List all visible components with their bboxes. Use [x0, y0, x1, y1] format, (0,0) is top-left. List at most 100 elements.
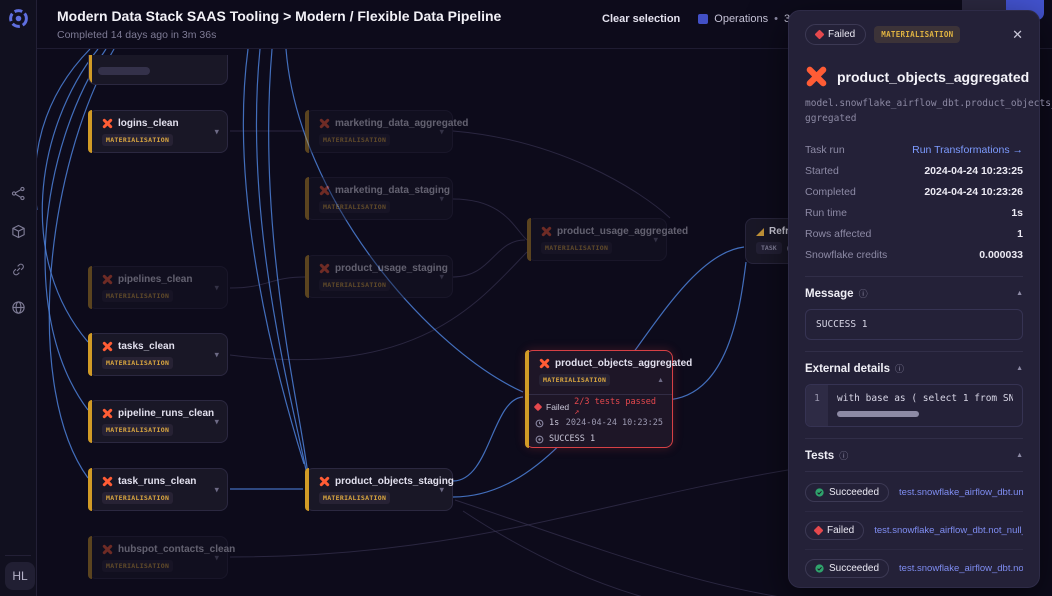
tests-rows: Succeeded test.snowflake_airflow_dbt.uniq…: [805, 474, 1023, 587]
chevron-down-icon[interactable]: ▾: [214, 416, 219, 427]
dbt-icon: [102, 544, 113, 555]
detail-row: Rows affected 1: [805, 223, 1023, 244]
dbt-icon: [102, 118, 113, 129]
operations-label: Operations: [714, 13, 768, 25]
chevron-up-icon[interactable]: ▲: [657, 377, 664, 384]
graph-node-task_runs_clean[interactable]: task_runs_cleanMATERIALISATION▾: [88, 468, 228, 511]
close-icon[interactable]: ✕: [1012, 27, 1023, 43]
node-name: tasks_clean: [118, 341, 175, 352]
pipelines-graph-icon[interactable]: [11, 186, 26, 206]
graph-node-marketing_data_aggregated[interactable]: marketing_data_aggregatedMATERIALISATION…: [305, 110, 453, 153]
web-globe-icon[interactable]: [11, 300, 26, 320]
clear-selection-button[interactable]: Clear selection: [602, 13, 680, 25]
materialisation-badge: MATERIALISATION: [319, 492, 390, 504]
detail-value: 2024-04-24 10:23:25: [924, 165, 1023, 177]
test-row: Succeeded test.snowflake_airflow_dbt.uniq…: [805, 474, 1023, 512]
breadcrumb-title: Modern Data Stack SAAS Tooling > Modern …: [57, 8, 501, 24]
detail-value[interactable]: Run Transformations →: [912, 144, 1023, 156]
detail-label: Snowflake credits: [805, 249, 887, 261]
collapse-icon[interactable]: ▲: [1016, 290, 1023, 297]
detail-value: 1: [1017, 228, 1023, 240]
collapse-icon[interactable]: ▲: [1016, 365, 1023, 372]
app-logo-icon[interactable]: [8, 8, 29, 29]
graph-node-marketing_data_staging[interactable]: marketing_data_stagingMATERIALISATION▾: [305, 177, 453, 220]
detail-row: Snowflake credits 0.000033: [805, 244, 1023, 265]
graph-node-tasks_clean[interactable]: tasks_clean MATERIALISATION ▾: [88, 333, 228, 376]
info-icon: ⓘ: [859, 287, 868, 300]
materialisation-badge: MATERIALISATION: [102, 357, 173, 369]
test-status-badge: Failed: [805, 521, 864, 540]
node-runtime: 1s: [549, 418, 559, 428]
detail-row: Completed2024-04-24 10:23:26: [805, 181, 1023, 202]
chevron-down-icon[interactable]: ▾: [439, 484, 444, 495]
chevron-down-icon[interactable]: ▾: [214, 552, 219, 563]
tests-passed-link[interactable]: 2/3 tests passed ↗: [574, 397, 663, 417]
node-name: product_objects_aggregated: [555, 358, 692, 369]
test-link[interactable]: test.snowflake_airflow_dbt.not_null_pr: [874, 525, 1023, 536]
node-name: task_runs_clean: [118, 476, 196, 487]
node-detail-panel: Failed MATERIALISATION ✕ product_objects…: [788, 10, 1040, 588]
materialisation-badge: MATERIALISATION: [319, 134, 390, 146]
chevron-down-icon[interactable]: ▾: [439, 193, 444, 204]
node-status-bar: [88, 110, 92, 153]
sql-code-line: with base as ( select 1 from SNOWFLAKE: [837, 393, 1013, 404]
external-details-section: External details ⓘ ▲ 1 with base as ( se…: [805, 351, 1023, 427]
test-status-label: Succeeded: [829, 563, 879, 574]
graph-node-selected[interactable]: product_objects_aggregated ▲ MATERIALISA…: [525, 350, 673, 448]
detail-label: Rows affected: [805, 228, 871, 240]
user-avatar[interactable]: HL: [5, 562, 35, 590]
external-details-heading: External details: [805, 363, 890, 375]
node-name: product_usage_staging: [335, 263, 448, 274]
node-skeleton-bar: [98, 67, 150, 75]
materialisation-badge: MATERIALISATION: [102, 424, 173, 436]
task-badge: TASK: [756, 242, 782, 254]
graph-node-product_objects_staging[interactable]: product_objects_staging MATERIALISATION ▾: [305, 468, 453, 511]
detail-label: Started: [805, 165, 839, 177]
failed-diamond-icon: [534, 403, 542, 411]
node-name: product_objects_staging: [335, 476, 454, 487]
detail-value: 1s: [1011, 207, 1023, 219]
test-row: Failed test.snowflake_airflow_dbt.not_nul…: [805, 512, 1023, 550]
node-status-bar: [305, 255, 309, 298]
failed-diamond-icon: [815, 30, 825, 40]
dbt-icon: [539, 358, 550, 369]
chevron-down-icon[interactable]: ▾: [214, 282, 219, 293]
node-run-stats: Failed 2/3 tests passed ↗ 1s 2024-04-24 …: [526, 394, 672, 447]
test-row: Succeeded test.snowflake_airflow_dbt.not_…: [805, 550, 1023, 587]
sidebar-divider: [5, 555, 31, 556]
node-timestamp: 2024-04-24 10:23:25: [566, 418, 663, 428]
chevron-down-icon[interactable]: ▾: [214, 126, 219, 137]
materialisation-badge: MATERIALISATION: [541, 242, 612, 254]
chevron-down-icon[interactable]: ▾: [214, 484, 219, 495]
horizontal-scrollbar[interactable]: [837, 411, 919, 417]
graph-node-partial-top[interactable]: [88, 55, 228, 85]
products-cube-icon[interactable]: [11, 224, 26, 244]
test-status-badge: Succeeded: [805, 483, 889, 502]
graph-node-pipelines_clean[interactable]: pipelines_cleanMATERIALISATION▾: [88, 266, 228, 309]
node-name: marketing_data_staging: [335, 185, 450, 196]
detail-value: 0.000033: [979, 249, 1023, 261]
dbt-icon: [805, 65, 828, 88]
detail-row: Run time1s: [805, 202, 1023, 223]
dbt-icon: [102, 341, 113, 352]
graph-node-hubspot_contacts_clean[interactable]: hubspot_contacts_cleanMATERIALISATION▾: [88, 536, 228, 579]
test-link[interactable]: test.snowflake_airflow_dbt.unique_pro: [899, 487, 1023, 498]
message-section: Message ⓘ ▲ SUCCESS 1: [805, 276, 1023, 340]
detail-value: 2024-04-24 10:23:26: [924, 186, 1023, 198]
node-status-bar: [88, 333, 92, 376]
node-name: product_usage_aggregated: [557, 226, 688, 237]
graph-node-product_usage_aggregated[interactable]: product_usage_aggregatedMATERIALISATION▾: [527, 218, 667, 261]
graph-node-product_usage_staging[interactable]: product_usage_stagingMATERIALISATION▾: [305, 255, 453, 298]
test-link[interactable]: test.snowflake_airflow_dbt.not_null_pr: [899, 563, 1023, 574]
graph-node-logins_clean[interactable]: logins_cleanMATERIALISATION▾: [88, 110, 228, 153]
chevron-down-icon[interactable]: ▾: [653, 234, 658, 245]
chevron-down-icon[interactable]: ▾: [214, 349, 219, 360]
operations-filter[interactable]: Operations • 35: [698, 13, 796, 25]
node-name: pipeline_runs_clean: [118, 408, 214, 419]
chevron-down-icon[interactable]: ▾: [439, 271, 444, 282]
dbt-icon: [102, 274, 113, 285]
graph-node-pipeline_runs_clean[interactable]: pipeline_runs_clean MATERIALISATION ▾: [88, 400, 228, 443]
collapse-icon[interactable]: ▲: [1016, 452, 1023, 459]
chevron-down-icon[interactable]: ▾: [439, 126, 444, 137]
integrations-link-icon[interactable]: [11, 262, 26, 282]
